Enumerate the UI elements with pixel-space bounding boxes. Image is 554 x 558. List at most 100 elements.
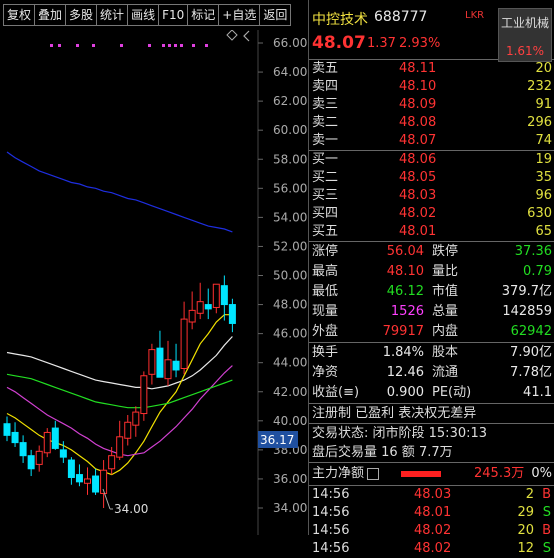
stat-value: 0.900	[386, 385, 424, 400]
add-watchlist-button[interactable]: +自选	[218, 4, 261, 26]
flow-value: 245.3万	[474, 466, 525, 481]
mark-button[interactable]: 标记	[187, 4, 220, 26]
ask-row-4[interactable]: 卖四 48.10 232	[309, 78, 554, 96]
ask-label: 卖三	[312, 97, 339, 112]
bid-row-5[interactable]: 买五 48.01 65	[309, 223, 554, 241]
candle-body	[164, 359, 172, 380]
candle-body	[59, 449, 67, 458]
trade-time: 14:56	[312, 505, 350, 520]
marker-dot	[192, 44, 195, 47]
restore-rights-button[interactable]: 复权	[3, 4, 36, 26]
candle-body	[124, 421, 132, 439]
candle-body	[51, 427, 59, 449]
stat-row: 外盘 79917 内盘 62942	[309, 322, 554, 342]
marker-dot	[50, 44, 53, 47]
stat-value: 0.79	[523, 264, 552, 279]
marker-dot	[162, 44, 165, 47]
overlay-button[interactable]: 叠加	[34, 4, 67, 26]
marker-dot	[76, 44, 79, 47]
chart-grid	[257, 30, 263, 535]
stat-value: 41.1	[523, 385, 552, 400]
axis-tick-label: 40.00	[273, 414, 307, 428]
candle-body	[84, 478, 91, 484]
ma-line	[6, 336, 233, 390]
bid-row-3[interactable]: 买三 48.03 96	[309, 187, 554, 205]
flow-pct: 0%	[531, 466, 552, 481]
bid-volume: 630	[527, 206, 552, 221]
ask-row-5[interactable]: 卖五 48.11 20	[309, 60, 554, 78]
trade-side: S	[542, 541, 551, 556]
chevron-left-icon[interactable]	[243, 30, 250, 42]
flow-label: 主力净额	[312, 466, 365, 481]
bid-row-2[interactable]: 买二 48.05 35	[309, 169, 554, 187]
bid-volume: 65	[535, 224, 552, 239]
stat-value: 37.36	[514, 244, 552, 259]
ask-price: 48.11	[399, 61, 437, 76]
candle-body	[188, 309, 196, 323]
candle-body	[11, 431, 19, 444]
ask-row-3[interactable]: 卖三 48.09 91	[309, 96, 554, 114]
trade-time: 14:56	[312, 487, 350, 502]
axis-tick-label: 58.00	[273, 152, 307, 166]
kline-chart[interactable]: 66.00 64.00 62.00 60.00 58.00 56.00 54.00 52.00…	[0, 30, 308, 535]
stat-value: 7.78亿	[510, 365, 552, 380]
trade-price: 48.01	[414, 505, 452, 520]
list-icon[interactable]	[367, 468, 379, 480]
price-line: 48.07 1.37 2.93%	[309, 31, 554, 59]
trade-side: B	[542, 523, 551, 538]
bid-price: 48.02	[399, 206, 437, 221]
f10-button[interactable]: F10	[158, 4, 189, 26]
marker-dot	[180, 44, 183, 47]
candle-body	[67, 459, 75, 478]
chart-toggle-icons[interactable]	[226, 30, 250, 42]
axis-tick-label: 52.00	[273, 239, 307, 253]
marker-dot	[174, 44, 177, 47]
marker-dot	[168, 44, 171, 47]
ask-label: 卖四	[312, 79, 339, 94]
quote-panel: 中控技术 688777 LKR 工业机械 1.61% 48.07 1.37 2.…	[309, 0, 554, 556]
stat-label: 净资	[312, 365, 339, 380]
draw-line-button[interactable]: 画线	[127, 4, 160, 26]
ma-line	[6, 151, 233, 233]
candle-body	[108, 455, 116, 470]
stat-label: 外盘	[312, 324, 339, 339]
ma-line	[6, 373, 233, 409]
candle-body	[27, 455, 35, 470]
stat-row: 收益(≡) 0.900 PE(动) 41.1	[309, 383, 554, 403]
trade-row: 14:56 48.03 2 B	[309, 486, 554, 504]
candle-body	[228, 304, 236, 324]
stock-name[interactable]: 中控技术	[312, 9, 368, 29]
stat-value: 56.04	[386, 244, 424, 259]
candle-body	[148, 349, 156, 375]
back-button[interactable]: 返回	[259, 4, 292, 26]
bid-label: 买四	[312, 206, 339, 221]
bid-price: 48.03	[399, 188, 437, 203]
axis-tick-label: 42.00	[273, 385, 307, 399]
trade-row: 14:56 48.02 12 S	[309, 540, 554, 558]
stock-header: 中控技术 688777 LKR 工业机械 1.61%	[309, 0, 554, 62]
ask-label: 卖一	[312, 133, 339, 148]
main-capital-flow[interactable]: 主力净额 245.3万 0%	[309, 463, 554, 485]
ask-row-2[interactable]: 卖二 48.08 296	[309, 114, 554, 132]
stat-label: 最低	[312, 284, 339, 299]
last-price: 48.07	[312, 33, 366, 53]
quote-stats: 涨停 56.04 跌停 37.36 最高 48.10 量比 0.79 最低 46.12 市值 37…	[309, 242, 554, 342]
candle-body	[92, 475, 100, 493]
axis-tick-label: 34.00	[273, 501, 307, 515]
stat-value: 46.12	[386, 284, 424, 299]
statistics-button[interactable]: 统计	[96, 4, 129, 26]
trade-volume: 20	[517, 523, 534, 538]
trade-side: S	[542, 505, 551, 520]
stat-value: 12.46	[386, 365, 424, 380]
stock-attributes: 注册制 已盈利 表决权无差异	[312, 406, 477, 421]
candle-body	[19, 442, 27, 457]
candle-body	[140, 375, 148, 415]
trading-status: 交易状态: 闭市阶段 15:30:13	[312, 426, 488, 441]
multi-stock-button[interactable]: 多股	[65, 4, 98, 26]
trade-price: 48.02	[414, 523, 452, 538]
bid-row-1[interactable]: 买一 48.06 19	[309, 151, 554, 169]
diamond-icon[interactable]	[226, 30, 238, 41]
bid-row-4[interactable]: 买四 48.02 630	[309, 205, 554, 223]
trade-volume: 2	[525, 487, 534, 502]
ask-row-1[interactable]: 卖一 48.07 74	[309, 132, 554, 150]
